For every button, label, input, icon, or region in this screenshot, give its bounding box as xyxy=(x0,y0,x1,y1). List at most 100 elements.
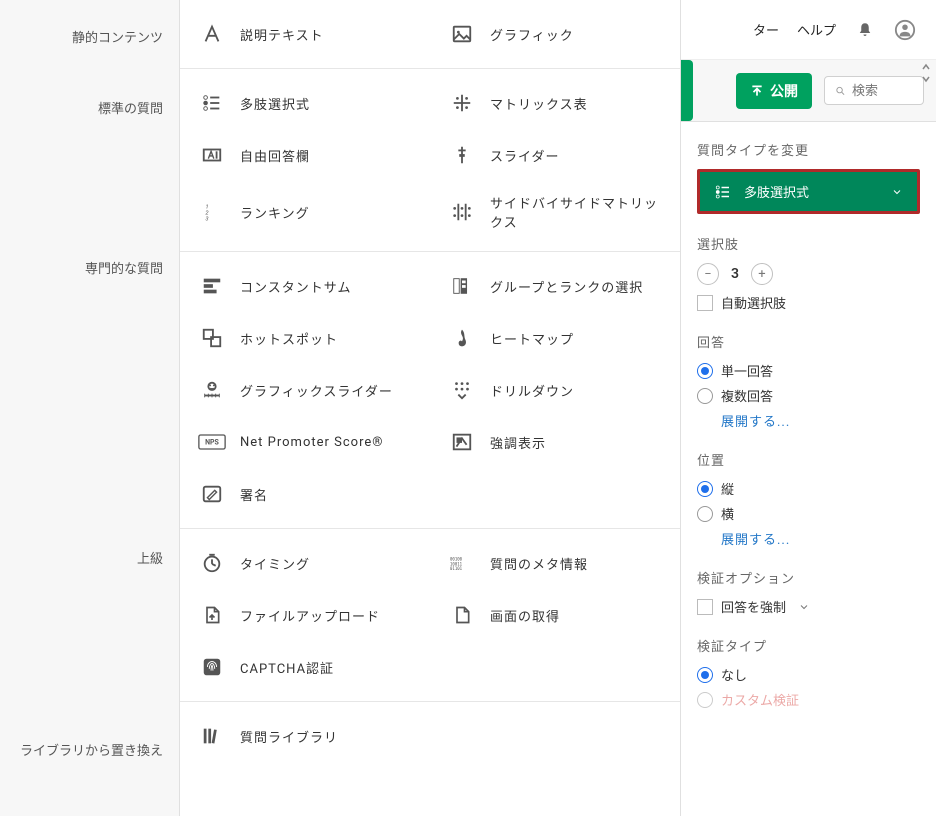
type-screen-capture[interactable]: 画面の取得 xyxy=(430,589,680,641)
radio-label: カスタム検証 xyxy=(721,690,799,709)
publish-button[interactable]: 公開 xyxy=(736,73,812,109)
horizontal-radio[interactable]: 横 xyxy=(697,504,920,523)
type-question-library[interactable]: 質問ライブラリ xyxy=(180,710,430,762)
radio-icon xyxy=(697,692,713,708)
list-radio-icon xyxy=(198,89,226,117)
type-label: グループとランクの選択 xyxy=(490,277,643,296)
single-answer-radio[interactable]: 単一回答 xyxy=(697,361,920,380)
expand-position-link[interactable]: 展開する... xyxy=(721,529,920,548)
help-link[interactable]: ヘルプ xyxy=(797,20,836,39)
category-advanced[interactable]: 上級 xyxy=(0,524,179,716)
radio-icon xyxy=(697,388,713,404)
type-graphic-slider[interactable]: グラフィックスライダー xyxy=(180,364,430,416)
radio-icon xyxy=(697,667,713,683)
force-response-checkbox[interactable] xyxy=(697,599,713,615)
type-label: グラフィック xyxy=(490,25,574,44)
type-timing[interactable]: タイミング xyxy=(180,537,430,589)
type-graphic[interactable]: グラフィック xyxy=(430,8,680,60)
type-label: 画面の取得 xyxy=(490,606,560,625)
answers-title: 回答 xyxy=(697,332,920,351)
category-list: 静的コンテンツ 標準の質問 専門的な質問 上級 ライブラリから置き換え xyxy=(0,0,180,816)
top-bar: ター ヘルプ xyxy=(681,0,936,60)
radio-icon xyxy=(697,506,713,522)
type-nps[interactable]: NPS Net Promoter Score® xyxy=(180,416,430,468)
type-label: ホットスポット xyxy=(240,329,338,348)
type-constant-sum[interactable]: コンスタントサム xyxy=(180,260,430,312)
force-response-row[interactable]: 回答を強制 xyxy=(697,597,920,616)
force-response-label: 回答を強制 xyxy=(721,597,786,616)
category-static[interactable]: 静的コンテンツ xyxy=(0,0,179,74)
type-drilldown[interactable]: ドリルダウン xyxy=(430,364,680,416)
type-group-rank[interactable]: グループとランクの選択 xyxy=(430,260,680,312)
radio-label: 複数回答 xyxy=(721,386,773,405)
radio-icon xyxy=(697,363,713,379)
choices-count: 3 xyxy=(731,266,739,282)
increment-button[interactable]: + xyxy=(751,263,773,285)
multi-answer-radio[interactable]: 複数回答 xyxy=(697,386,920,405)
expand-answers-link[interactable]: 展開する... xyxy=(721,411,920,430)
type-matrix[interactable]: マトリックス表 xyxy=(430,77,680,129)
constant-sum-icon xyxy=(198,272,226,300)
position-title: 位置 xyxy=(697,450,920,469)
validation-none-radio[interactable]: なし xyxy=(697,665,920,684)
type-file-upload[interactable]: ファイルアップロード xyxy=(180,589,430,641)
drilldown-icon xyxy=(448,376,476,404)
type-label: 自由回答欄 xyxy=(240,146,310,165)
type-slider[interactable]: スライダー xyxy=(430,129,680,181)
type-ranking[interactable]: 123 ランキング xyxy=(180,181,430,243)
category-library[interactable]: ライブラリから置き換え xyxy=(0,716,179,774)
type-label: タイミング xyxy=(240,554,310,573)
type-meta[interactable]: 001001001101101 質問のメタ情報 xyxy=(430,537,680,589)
action-bar: 公開 xyxy=(681,60,936,122)
type-label: 質問ライブラリ xyxy=(240,727,338,746)
search-box[interactable] xyxy=(824,76,924,105)
question-type-select[interactable]: 多肢選択式 xyxy=(697,169,920,214)
list-radio-icon xyxy=(714,183,732,201)
bell-icon[interactable] xyxy=(854,19,876,41)
file-upload-icon xyxy=(198,601,226,629)
file-icon xyxy=(448,601,476,629)
decrement-button[interactable]: − xyxy=(697,263,719,285)
flame-icon xyxy=(448,324,476,352)
search-input[interactable] xyxy=(852,83,913,98)
auto-choices-row[interactable]: 自動選択肢 xyxy=(697,293,920,312)
library-icon xyxy=(198,722,226,750)
timer-icon xyxy=(198,549,226,577)
vertical-radio[interactable]: 縦 xyxy=(697,479,920,498)
user-avatar-icon[interactable] xyxy=(894,19,916,41)
type-signature[interactable]: 署名 xyxy=(180,468,430,520)
type-text-entry[interactable]: 自由回答欄 xyxy=(180,129,430,181)
category-specialized[interactable]: 専門的な質問 xyxy=(0,234,179,524)
validation-options-title: 検証オプション xyxy=(697,568,920,587)
type-highlight[interactable]: 強調表示 xyxy=(430,416,680,468)
hotspot-icon xyxy=(198,324,226,352)
graphic-slider-icon xyxy=(198,376,226,404)
upload-icon xyxy=(750,84,764,98)
slider-icon xyxy=(448,141,476,169)
text-a-icon xyxy=(198,20,226,48)
change-qtype-title: 質問タイプを変更 xyxy=(697,140,920,159)
validation-custom-radio[interactable]: カスタム検証 xyxy=(697,690,920,709)
type-heatmap[interactable]: ヒートマップ xyxy=(430,312,680,364)
svg-text:3: 3 xyxy=(205,216,208,222)
type-label: ファイルアップロード xyxy=(240,606,380,625)
type-captcha[interactable]: CAPTCHA認証 xyxy=(180,641,430,693)
type-descriptive-text[interactable]: 説明テキスト xyxy=(180,8,430,60)
type-label: マトリックス表 xyxy=(490,94,588,113)
top-link-partial[interactable]: ター xyxy=(753,20,779,39)
type-label: 署名 xyxy=(240,485,268,504)
signature-icon xyxy=(198,480,226,508)
auto-choices-checkbox[interactable] xyxy=(697,295,713,311)
chevron-down-icon xyxy=(798,601,810,613)
text-entry-icon xyxy=(198,141,226,169)
category-standard[interactable]: 標準の質問 xyxy=(0,74,179,234)
type-label: 多肢選択式 xyxy=(240,94,310,113)
type-side-by-side[interactable]: サイドバイサイドマトリックス xyxy=(430,181,680,243)
type-label: 質問のメタ情報 xyxy=(490,554,588,573)
fingerprint-icon xyxy=(198,653,226,681)
type-label: 強調表示 xyxy=(490,433,546,452)
vertical-scrollbar[interactable] xyxy=(918,62,934,84)
type-multiple-choice[interactable]: 多肢選択式 xyxy=(180,77,430,129)
type-label: 説明テキスト xyxy=(240,25,324,44)
type-hotspot[interactable]: ホットスポット xyxy=(180,312,430,364)
